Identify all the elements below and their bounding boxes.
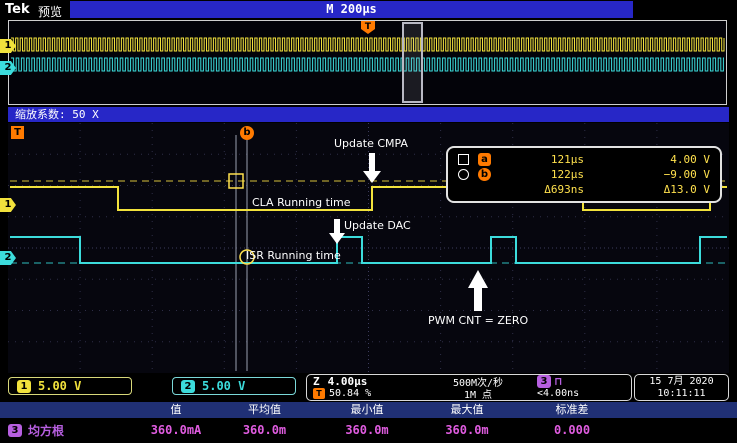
measurement-header-value: 值 [170, 403, 182, 416]
measurement-header-min: 最小值 [350, 403, 384, 416]
measurement-mean: 360.0m [242, 423, 287, 437]
time-resolution-value: <4.00ns [537, 387, 580, 399]
overview-ch2-trace [11, 57, 724, 72]
ch3-trigger-source-cell: 3 ⊓ [537, 374, 625, 388]
ch2-badge-status: 2 [181, 379, 195, 393]
cursor-delta-voltage: Δ13.0 V [663, 183, 710, 196]
overview-ch1-trace [11, 37, 725, 52]
measurement-header-stddev: 标准差 [555, 403, 589, 416]
trigger-position-cell: T 50.84 % [313, 387, 419, 399]
acquisition-info-box: Z 4.00μs 500M次/秒 3 ⊓ T 50.84 % 1M 点 <4.0… [306, 374, 632, 401]
cursor-delta-row: Δ693ns Δ13.0 V [458, 182, 710, 197]
cursor-b-shape-icon [458, 169, 469, 180]
oscilloscope-screen: Tek 预览 M 200μs T 1 2 缩放系数: 50 X T b 1 2 … [0, 0, 737, 443]
zoom-factor-label: 缩放系数: 50 X [15, 108, 99, 121]
timebase-strip: M 200μs [70, 1, 633, 18]
zoom-window-bracket[interactable] [402, 22, 423, 103]
measurement-stddev: 0.000 [553, 423, 591, 437]
cursor-a-time: 121μs [550, 153, 584, 166]
record-points-value: 1M 点 [463, 389, 493, 401]
pulse-shape-icon: ⊓ [555, 374, 562, 388]
cursor-a-row: a 121μs 4.00 V [458, 152, 710, 167]
update-dac-arrow-icon [329, 219, 345, 244]
measurement-value: 360.0mA [150, 423, 202, 437]
measurement-header-row: 值 平均值 最小值 最大值 标准差 [0, 402, 737, 418]
measurement-name: 均方根 [28, 423, 65, 438]
date-value: 15 7月 2020 [649, 376, 714, 387]
cursor-b-voltage: −9.00 V [663, 168, 710, 181]
pwm-zero-arrow-icon [468, 270, 488, 311]
time-value: 10:11:11 [657, 388, 706, 399]
annotation-isr-running-time: ISR Running time [246, 249, 341, 262]
ch3-badge-status: 3 [537, 374, 551, 388]
cursor-b-row: b 122μs −9.00 V [458, 167, 710, 182]
measurement-min: 360.0m [345, 423, 389, 437]
trigger-flag-icon: T [11, 126, 24, 139]
zoom-factor-bar: 缩放系数: 50 X [8, 107, 729, 122]
measurement-max: 360.0m [445, 423, 489, 437]
cursor-a-voltage: 4.00 V [670, 153, 710, 166]
ch2-scale-box[interactable]: 2 5.00 V [172, 377, 296, 395]
cursor-b-time: 122μs [550, 168, 584, 181]
ch2-scale-value: 5.00 V [202, 379, 246, 393]
ch1-scale-box[interactable]: 1 5.00 V [8, 377, 132, 395]
cursor-delta-time: Δ693ns [544, 183, 584, 196]
trigger-position-value: 50.84 % [329, 387, 372, 399]
measurement-header-max: 最大值 [450, 403, 484, 416]
cursor-b-top-marker[interactable]: b [240, 126, 254, 140]
cursor-readout-panel: a 121μs 4.00 V b 122μs −9.00 V Δ693ns Δ1… [446, 146, 722, 203]
trigger-t-icon: T [313, 387, 325, 399]
ch1-badge-status: 1 [17, 379, 31, 393]
ch3-measure-badge: 3 [8, 423, 22, 437]
update-cmpa-arrow-icon [363, 153, 381, 183]
measurement-source: 3 均方根 [0, 422, 140, 439]
annotation-update-dac: Update DAC [344, 219, 411, 232]
zoom-scale-label: Z [313, 374, 320, 388]
cursor-a-shape-icon [458, 154, 469, 165]
cursor-b-badge: b [478, 168, 491, 181]
measurement-value-row: 3 均方根 360.0mA 360.0m 360.0m 360.0m 0.000 [0, 419, 737, 441]
ch1-scale-value: 5.00 V [38, 379, 82, 393]
measurement-header-mean: 平均值 [248, 403, 281, 416]
preview-mode-label: 预览 [38, 5, 63, 19]
annotation-update-cmpa: Update CMPA [334, 137, 408, 150]
annotation-pwm-cnt-zero: PWM CNT = ZERO [428, 314, 529, 327]
zoom-scale-value: 4.00μs [327, 374, 368, 388]
tek-logo: Tek [5, 2, 30, 17]
annotation-cla-running-time: CLA Running time [252, 196, 351, 209]
datetime-box: 15 7月 2020 10:11:11 [634, 374, 729, 401]
cursor-a-badge: a [478, 153, 491, 166]
zoom-scale-cell: Z 4.00μs [313, 375, 419, 388]
timebase-value: M 200μs [326, 2, 377, 16]
